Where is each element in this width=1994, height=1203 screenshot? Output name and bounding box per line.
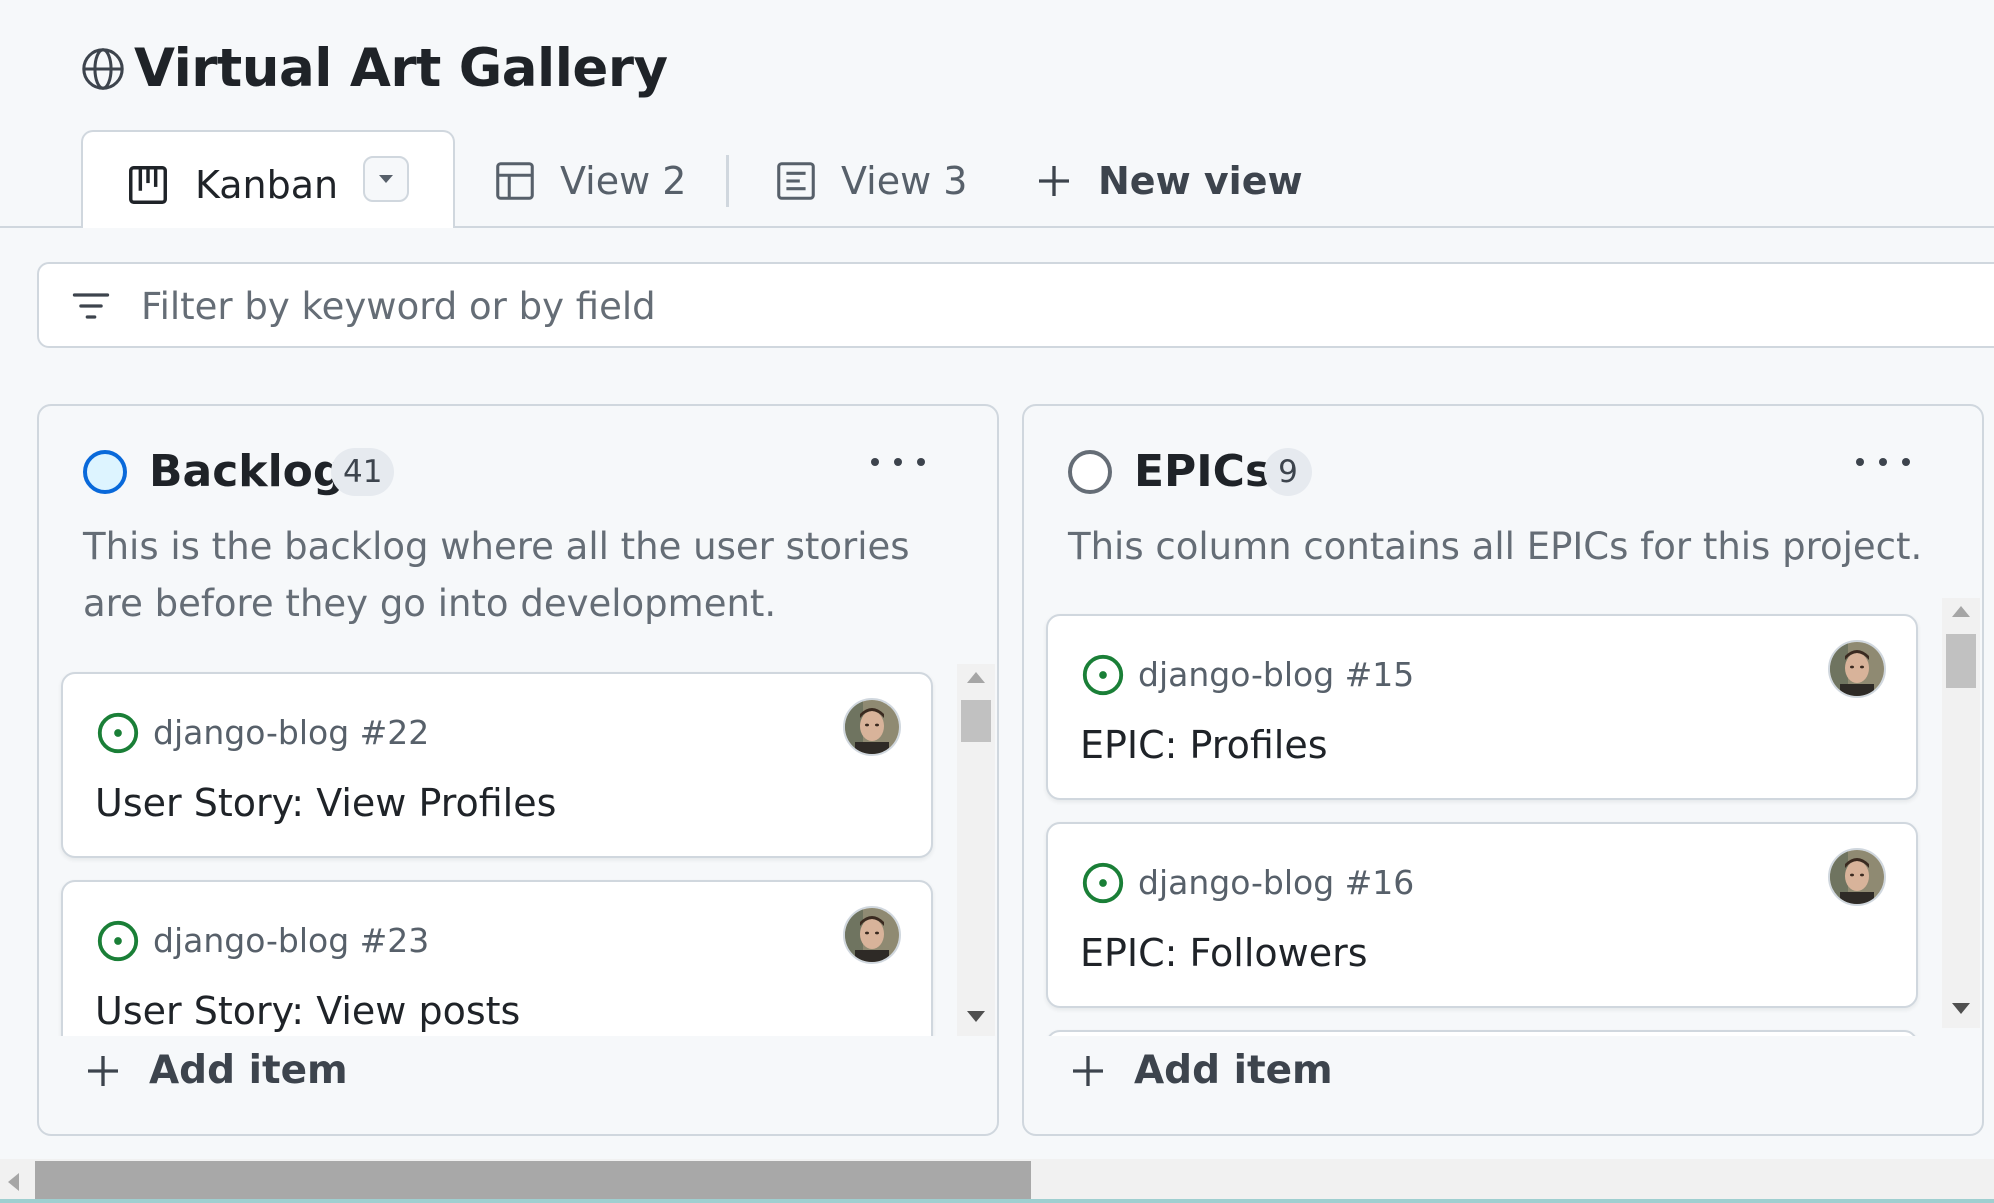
- plus-icon: [83, 1051, 123, 1091]
- column-title: EPICs: [1134, 446, 1272, 497]
- tab-view-2[interactable]: View 2: [492, 158, 686, 204]
- scroll-up-arrow-icon[interactable]: [967, 672, 985, 683]
- list-view-icon: [773, 158, 819, 204]
- filter-icon: [69, 284, 113, 328]
- plus-icon: [1034, 161, 1074, 201]
- scrollbar-thumb[interactable]: [961, 700, 991, 742]
- issue-title[interactable]: EPIC: Profiles: [1080, 720, 1328, 770]
- issue-reference[interactable]: django-blog #22: [153, 710, 429, 756]
- assignee-avatar[interactable]: [843, 698, 901, 756]
- board-column-backlog: Backlog 41 This is the backlog where all…: [37, 404, 999, 1136]
- status-circle-icon: [1068, 450, 1112, 494]
- table-icon: [492, 158, 538, 204]
- kebab-dot: [1879, 458, 1887, 466]
- project-title: Virtual Art Gallery: [80, 38, 668, 99]
- horizontal-scrollbar-thumb[interactable]: [35, 1161, 1031, 1199]
- open-issue-icon: [1080, 860, 1126, 906]
- horizontal-scrollbar[interactable]: [0, 1159, 1994, 1203]
- open-issue-icon: [95, 710, 141, 756]
- tab-view-2-label: View 2: [560, 159, 687, 203]
- open-issue-icon: [1080, 652, 1126, 698]
- issue-reference[interactable]: django-blog #23: [153, 918, 429, 964]
- issue-card[interactable]: django-blog #22 User Story: View Profile…: [61, 672, 933, 858]
- filter-bar[interactable]: [37, 262, 1994, 348]
- scroll-left-arrow-icon[interactable]: [8, 1173, 19, 1191]
- card-list: django-blog #15 EPIC: Profiles django-bl…: [1024, 606, 1924, 1036]
- tab-kanban[interactable]: Kanban: [81, 130, 455, 228]
- project-header: Virtual Art Gallery Kanban View 2 View 3…: [0, 0, 1994, 228]
- kebab-dot: [1856, 458, 1864, 466]
- issue-title[interactable]: User Story: View posts: [95, 986, 520, 1036]
- issue-card[interactable]: django-blog #23 User Story: View posts: [61, 880, 933, 1036]
- scroll-down-arrow-icon[interactable]: [967, 1011, 985, 1022]
- item-count-badge: 9: [1264, 448, 1312, 496]
- kebab-dot: [894, 458, 902, 466]
- new-view-label: New view: [1098, 159, 1303, 203]
- issue-reference[interactable]: django-blog #15: [1138, 652, 1414, 698]
- new-view-button[interactable]: New view: [1034, 158, 1303, 204]
- issue-card[interactable]: django-blog #16 EPIC: Followers: [1046, 822, 1918, 1008]
- assignee-avatar[interactable]: [1828, 848, 1886, 906]
- kebab-dot: [917, 458, 925, 466]
- board-column-epics: EPICs 9 This column contains all EPICs f…: [1022, 404, 1984, 1136]
- tab-divider: [726, 155, 729, 207]
- issue-card[interactable]: django-blog #15 EPIC: Profiles: [1046, 614, 1918, 800]
- column-description: This column contains all EPICs for this …: [1068, 525, 1923, 568]
- issue-title[interactable]: EPIC: Followers: [1080, 928, 1368, 978]
- add-item-button[interactable]: Add item: [1068, 1048, 1333, 1093]
- assignee-avatar[interactable]: [843, 906, 901, 964]
- column-title: Backlog: [149, 446, 345, 497]
- vertical-scrollbar[interactable]: [957, 664, 995, 1036]
- item-count-badge: 41: [331, 448, 395, 496]
- open-issue-icon: [95, 918, 141, 964]
- tab-view-3-label: View 3: [841, 159, 968, 203]
- view-options-dropdown[interactable]: [363, 156, 409, 202]
- issue-title[interactable]: User Story: View Profiles: [95, 778, 556, 828]
- column-menu-button[interactable]: [871, 442, 925, 482]
- tab-kanban-label: Kanban: [195, 163, 339, 207]
- scroll-down-arrow-icon[interactable]: [1952, 1003, 1970, 1014]
- vertical-scrollbar[interactable]: [1942, 598, 1980, 1028]
- kebab-dot: [871, 458, 879, 466]
- assignee-avatar[interactable]: [1828, 640, 1886, 698]
- tab-view-3[interactable]: View 3: [773, 158, 967, 204]
- issue-reference[interactable]: django-blog #16: [1138, 860, 1414, 906]
- globe-icon: [80, 46, 126, 92]
- column-description: This is the backlog where all the user s…: [83, 525, 910, 625]
- add-item-button[interactable]: Add item: [83, 1048, 348, 1093]
- column-menu-button[interactable]: [1856, 442, 1910, 482]
- board-icon: [125, 162, 171, 208]
- kebab-dot: [1902, 458, 1910, 466]
- add-item-label: Add item: [149, 1048, 348, 1093]
- status-circle-icon: [83, 450, 127, 494]
- project-title-text: Virtual Art Gallery: [134, 38, 668, 99]
- scrollbar-thumb[interactable]: [1946, 634, 1976, 688]
- issue-card-partial[interactable]: [1046, 1030, 1918, 1036]
- card-list: django-blog #22 User Story: View Profile…: [39, 664, 939, 1036]
- add-item-label: Add item: [1134, 1048, 1333, 1093]
- window-bottom-edge: [0, 1199, 1994, 1203]
- chevron-down-icon: [379, 175, 393, 183]
- plus-icon: [1068, 1051, 1108, 1091]
- scroll-up-arrow-icon[interactable]: [1952, 606, 1970, 617]
- filter-input[interactable]: [139, 278, 1343, 334]
